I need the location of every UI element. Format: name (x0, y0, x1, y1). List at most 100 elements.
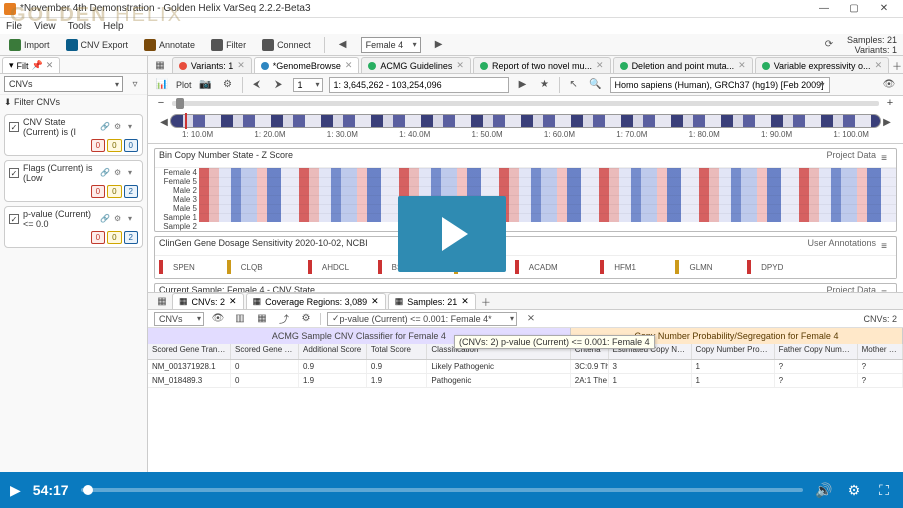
fullscreen-icon[interactable]: ⛶ (875, 482, 893, 499)
zoom-tool-button[interactable]: 🔍 (588, 77, 604, 93)
tab-add-button[interactable]: ＋ (891, 57, 903, 73)
refresh-button[interactable]: ⟳ (821, 37, 837, 53)
column-header[interactable]: Additional Score (299, 344, 367, 359)
ideogram-next-button[interactable]: ▶ (879, 114, 895, 130)
pin-icon[interactable]: 📌 (32, 60, 43, 71)
tab-menu-button[interactable]: ▦ (154, 57, 166, 73)
chevron-down-icon[interactable]: ▾ (128, 122, 138, 132)
gene-bar[interactable] (159, 260, 163, 274)
zoom-in-button[interactable]: + (885, 97, 895, 109)
cnv-export-button[interactable]: CNV Export (63, 38, 132, 52)
funnel-icon[interactable]: ▿ (127, 76, 143, 92)
close-icon[interactable]: ✕ (461, 296, 469, 307)
bottom-tab-coverage[interactable]: ▦ Coverage Regions: 3,089 ✕ (246, 293, 386, 309)
main-tab[interactable]: Report of two novel mu...✕ (473, 57, 611, 73)
gene-bar[interactable] (675, 260, 679, 274)
table-row[interactable]: NM_018489.301.91.9Pathogenic2A:1 The cnv… (148, 374, 903, 388)
main-tab[interactable]: *GenomeBrowse✕ (254, 57, 360, 73)
visibility-icon[interactable]: 👁 (881, 77, 897, 93)
connect-button[interactable]: Connect (259, 38, 314, 52)
close-icon[interactable]: ✕ (456, 60, 464, 71)
sample-selector[interactable]: Female 4 (361, 37, 421, 53)
filter-panel-tab[interactable]: ▾ Filt 📌 ✕ (2, 57, 60, 73)
column-header[interactable]: Father Copy Number Probability (775, 344, 858, 359)
gene-bar[interactable] (308, 260, 312, 274)
nav-fwd-button[interactable]: ⮞ (271, 77, 287, 93)
volume-icon[interactable]: 🔊 (815, 482, 833, 499)
pointer-tool-button[interactable]: ↖ (566, 77, 582, 93)
bottom-tab-menu[interactable]: ▦ (154, 293, 170, 309)
window-close-button[interactable]: ✕ (869, 3, 899, 14)
bookmark-icon[interactable]: ★ (537, 77, 553, 93)
gene-bar[interactable] (378, 260, 382, 274)
cnv-state-track[interactable]: Current Sample: Female 4 - CNV State Pro… (154, 283, 897, 292)
table-chain-selector[interactable]: CNVs (154, 312, 204, 326)
column-header[interactable]: Mother Copy Number Probabi... (858, 344, 903, 359)
close-icon[interactable]: ✕ (371, 296, 379, 307)
chevron-down-icon[interactable]: ▾ (128, 214, 138, 224)
main-tab[interactable]: Deletion and point muta...✕ (613, 57, 753, 73)
go-button[interactable]: ▶ (515, 77, 531, 93)
filter-chain-selector[interactable]: CNVs (4, 76, 123, 92)
clear-filter-icon[interactable]: ⨯ (523, 311, 539, 327)
zoom-out-button[interactable]: − (156, 97, 166, 109)
dosage-track[interactable]: ClinGen Gene Dosage Sensitivity 2020-10-… (154, 236, 897, 279)
close-icon[interactable]: ✕ (237, 60, 245, 71)
plot-icon[interactable]: 📊 (154, 77, 170, 93)
gear-icon[interactable]: ⚙ (114, 122, 124, 132)
chrom-selector[interactable]: 1 (293, 78, 323, 92)
close-icon[interactable]: ✕ (46, 60, 54, 71)
filter-pill[interactable]: ✓ p-value (Current) <= 0.001: Female 4* (327, 312, 517, 326)
bottom-tab-cnvs[interactable]: ▦ CNVs: 2 ✕ (172, 293, 244, 309)
chromosome-ideogram[interactable] (170, 114, 881, 128)
track-menu-icon[interactable]: ≡ (876, 150, 892, 166)
prev-sample-button[interactable]: ◀ (335, 37, 351, 53)
column-header[interactable]: Total Score (367, 344, 427, 359)
track-menu-icon[interactable]: ≡ (876, 238, 892, 254)
gear-icon[interactable]: ⚙ (114, 168, 124, 178)
column-header[interactable]: Scored Gene Transcript (148, 344, 231, 359)
play-pause-button[interactable]: ▶ (10, 482, 21, 499)
main-tab[interactable]: Variable expressivity o...✕ (755, 57, 889, 73)
dosage-canvas[interactable]: SPENCLQBAHDCLBSNDCTHACADMHFM1GLMNDPYD (155, 256, 896, 278)
menu-view[interactable]: View (34, 21, 56, 32)
filter-button[interactable]: Filter (208, 38, 249, 52)
link-icon[interactable]: 🔗 (100, 122, 110, 132)
link-icon[interactable]: 🔗 (100, 214, 110, 224)
bottom-tab-add[interactable]: ＋ (478, 293, 494, 309)
progress-knob[interactable] (83, 485, 93, 495)
filter-card[interactable]: ✓ CNV State (Current) is (I 🔗 ⚙ ▾ 0 0 0 (4, 114, 143, 156)
nav-back-button[interactable]: ⮜ (249, 77, 265, 93)
gear-icon[interactable]: ⚙ (114, 214, 124, 224)
filter-card[interactable]: ✓ p-value (Current) <= 0.0 🔗 ⚙ ▾ 0 0 2 (4, 206, 143, 248)
close-icon[interactable]: ✕ (875, 60, 883, 71)
menu-tools[interactable]: Tools (68, 21, 91, 32)
video-play-button[interactable] (398, 196, 506, 272)
camera-icon[interactable]: 📷 (198, 77, 214, 93)
location-field[interactable]: 1: 3,645,262 - 103,254,096 (329, 77, 509, 93)
filter-card[interactable]: ✓ Flags (Current) is (Low 🔗 ⚙ ▾ 0 0 2 (4, 160, 143, 202)
window-minimize-button[interactable]: — (809, 3, 839, 14)
checkbox-icon[interactable]: ✓ (9, 122, 19, 132)
link-icon[interactable]: 🔗 (100, 168, 110, 178)
import-button[interactable]: Import (6, 38, 53, 52)
columns-icon[interactable]: ▥ (232, 311, 248, 327)
gene-bar[interactable] (227, 260, 231, 274)
bottom-tab-samples[interactable]: ▦ Samples: 21 ✕ (388, 293, 476, 309)
export-icon[interactable]: ⤴ (276, 311, 292, 327)
gene-bar[interactable] (600, 260, 604, 274)
checkbox-icon[interactable]: ✓ (9, 168, 19, 178)
main-tab[interactable]: ACMG Guidelines✕ (361, 57, 471, 73)
eye-icon[interactable]: 👁 (210, 311, 226, 327)
settings-icon[interactable]: ⚙ (845, 482, 863, 499)
window-maximize-button[interactable]: ▢ (839, 3, 869, 14)
track-menu-icon[interactable]: ≡ (876, 285, 892, 292)
grid-icon[interactable]: ▦ (254, 311, 270, 327)
genome-build-selector[interactable]: Homo sapiens (Human), GRCh37 (hg19) [Feb… (610, 77, 830, 93)
column-header[interactable]: Scored Gene Score (231, 344, 299, 359)
gear-icon[interactable]: ⚙ (298, 311, 314, 327)
close-icon[interactable]: ✕ (738, 60, 746, 71)
annotate-button[interactable]: Annotate (141, 38, 198, 52)
menu-help[interactable]: Help (103, 21, 124, 32)
next-sample-button[interactable]: ▶ (431, 37, 447, 53)
